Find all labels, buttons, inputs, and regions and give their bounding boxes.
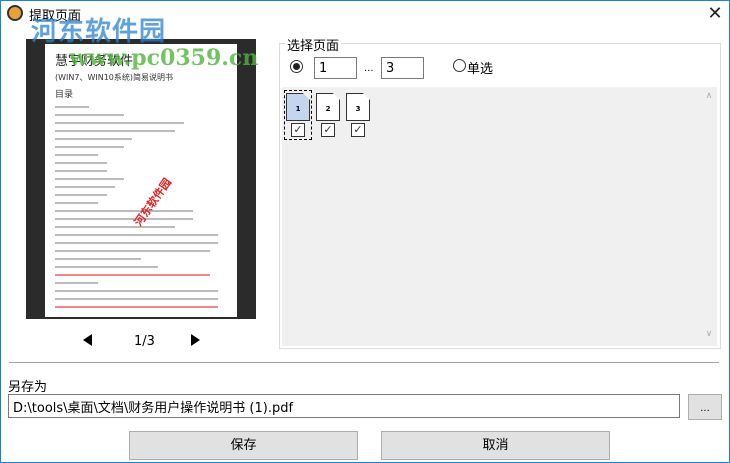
single-radio[interactable] [453, 59, 466, 72]
page-1-checkbox[interactable]: ✓ [291, 123, 305, 137]
select-pages-label: 选择页面 [285, 35, 342, 54]
page-thumbnail-2[interactable]: 2 [316, 93, 340, 121]
extract-pages-dialog: 提取页面 ✕ 慧宇财务软件 (WIN7、WIN10系统)简易说明书 目录 河东软… [0, 0, 730, 463]
list-scrollbar[interactable]: ∧ ∨ [701, 87, 717, 346]
close-button[interactable]: ✕ [704, 3, 726, 25]
next-page-icon[interactable] [191, 334, 200, 346]
range-to-input[interactable] [381, 57, 424, 79]
preview-page: 慧宇财务软件 (WIN7、WIN10系统)简易说明书 目录 河东软件园 [45, 44, 237, 317]
page-thumbnail-list [282, 87, 717, 346]
doc-subtitle: (WIN7、WIN10系统)简易说明书 [55, 73, 174, 82]
save-as-label: 另存为 [8, 380, 48, 395]
page-thumbnail-3[interactable]: 3 [346, 93, 370, 121]
page-thumbnail-1[interactable]: 1 [286, 93, 310, 121]
range-from-input[interactable] [314, 57, 357, 79]
page-preview: 慧宇财务软件 (WIN7、WIN10系统)简易说明书 目录 河东软件园 [26, 39, 256, 319]
divider [9, 362, 719, 363]
page-indicator: 1/3 [134, 334, 155, 349]
page-2-checkbox[interactable]: ✓ [321, 123, 335, 137]
save-path-input[interactable] [8, 394, 680, 418]
doc-heading: 目录 [55, 90, 74, 100]
single-label: 单选 [467, 62, 494, 77]
browse-button[interactable]: ... [688, 394, 722, 420]
save-button[interactable]: 保存 [129, 431, 358, 460]
page-3-checkbox[interactable]: ✓ [351, 123, 365, 137]
range-radio[interactable] [290, 60, 303, 73]
range-separator: ... [364, 63, 374, 74]
prev-page-icon[interactable] [83, 334, 92, 346]
watermark-url: www.pc0359.cn [69, 45, 259, 71]
cancel-button[interactable]: 取消 [381, 431, 610, 460]
watermark-logo: 河东软件园 [31, 17, 167, 47]
app-icon [7, 5, 23, 21]
